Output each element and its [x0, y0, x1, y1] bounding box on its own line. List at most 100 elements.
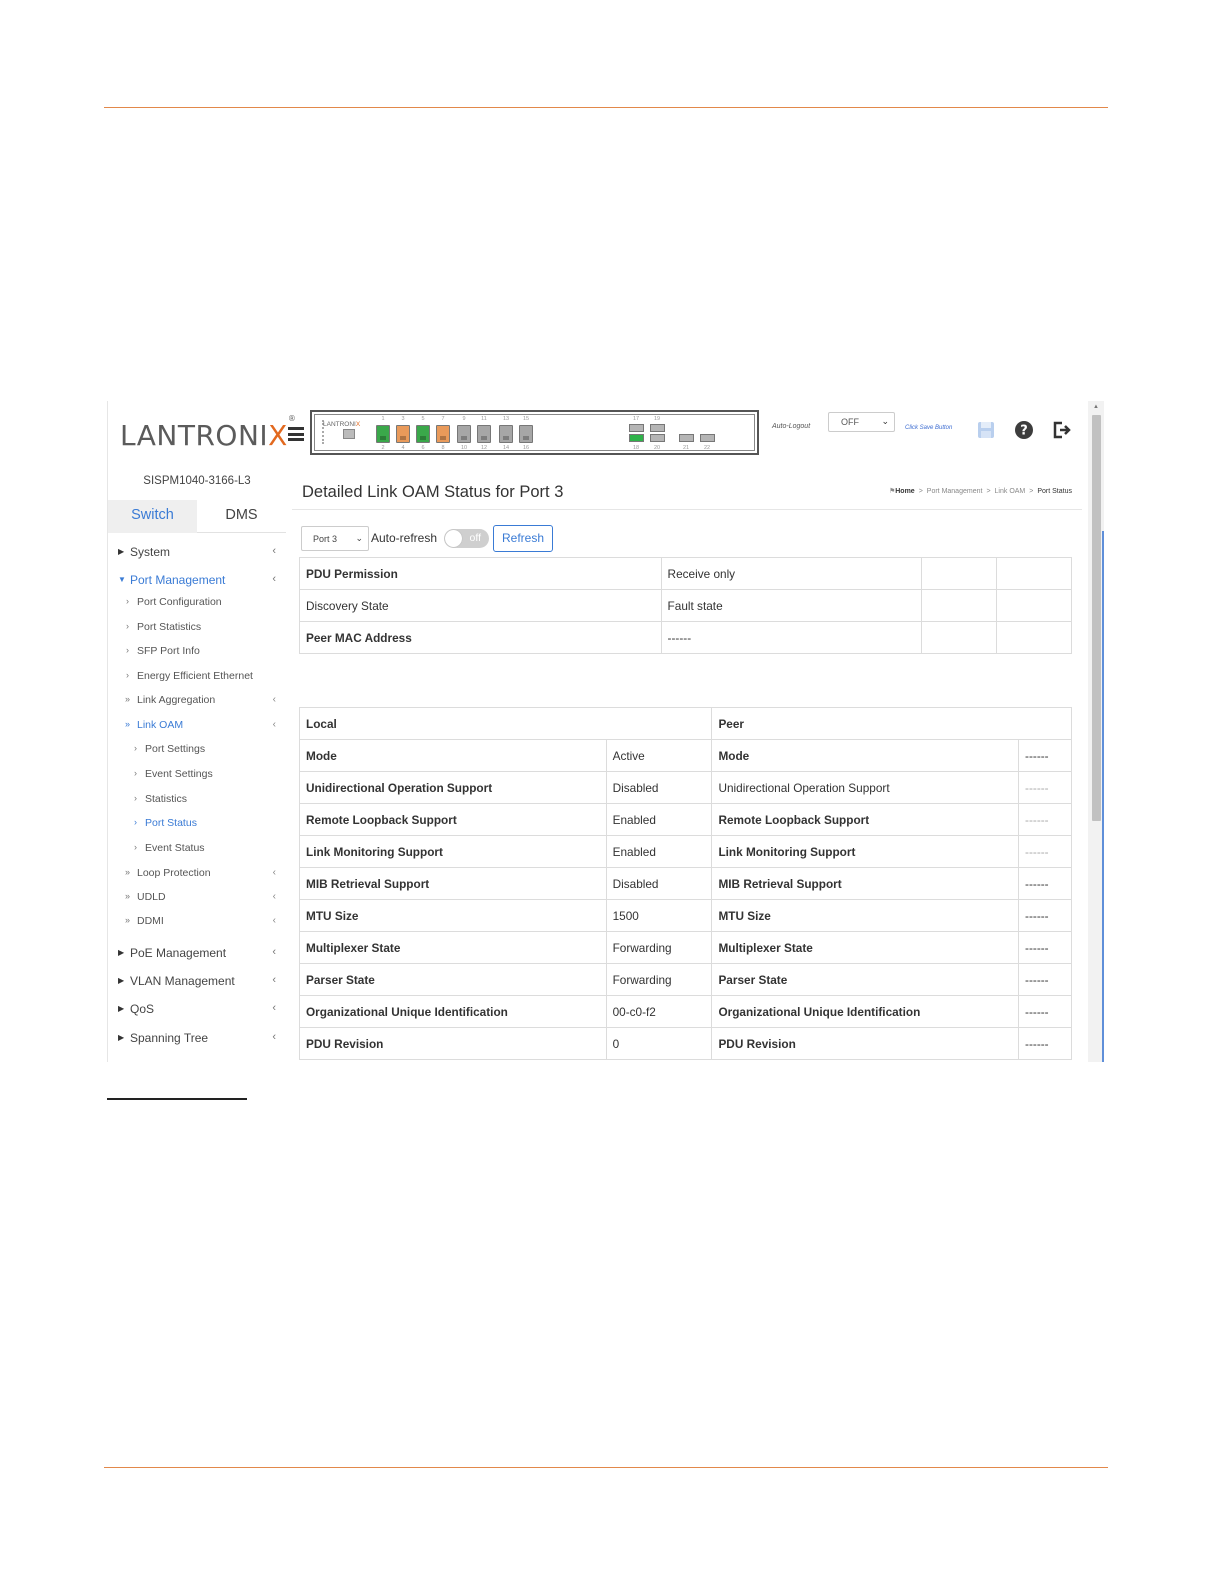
sidebar-item-vlan-management[interactable]: ▶ VLAN Management ‹	[108, 974, 286, 990]
tab-dms[interactable]: DMS	[197, 500, 286, 533]
peer-label: Parser State	[711, 963, 1020, 996]
chevron-left-icon: ‹	[272, 545, 276, 557]
chevron-left-icon: ‹	[272, 1002, 276, 1014]
sidebar-item-ddmi[interactable]: » DDMI ‹	[108, 915, 286, 929]
click-save-button-link[interactable]: Click Save Button	[905, 425, 952, 431]
breadcrumb: ⚑Home > Port Management > Link OAM > Port Stat…	[888, 488, 1072, 495]
port-1-2-icon[interactable]	[376, 425, 390, 443]
chevron-left-icon: ‹	[272, 694, 276, 705]
local-label: PDU Revision	[299, 1027, 607, 1060]
sidebar-item-system[interactable]: ▶ System ‹	[108, 545, 286, 561]
table-row: Unidirectional Operation Support Disable…	[299, 771, 1072, 804]
sidebar-item-qos[interactable]: ▶ QoS ‹	[108, 1002, 286, 1018]
port-number: 2	[381, 445, 385, 451]
sidebar-item-label: DDMI	[137, 915, 164, 927]
sidebar-item-statistics[interactable]: › Statistics	[108, 793, 286, 807]
help-icon[interactable]: ?	[1014, 420, 1034, 440]
double-chevron-right-icon: »	[125, 719, 131, 729]
sfp-port-22-icon[interactable]	[700, 434, 715, 442]
chevron-left-icon: ‹	[272, 867, 276, 878]
sidebar-item-port-settings[interactable]: › Port Settings	[108, 743, 286, 757]
refresh-button[interactable]: Refresh	[493, 525, 553, 552]
port-7-8-icon[interactable]	[436, 425, 450, 443]
port-number: 10	[460, 445, 468, 451]
vertical-scrollbar[interactable]: ▲	[1088, 401, 1104, 1062]
save-icon[interactable]	[976, 420, 996, 440]
sfp-port-21-icon[interactable]	[679, 434, 694, 442]
sidebar-item-udld[interactable]: » UDLD ‹	[108, 891, 286, 905]
auto-logout-select[interactable]: OFF ⌄	[828, 412, 895, 432]
port-number: 5	[421, 416, 425, 422]
local-value: Disabled	[605, 867, 713, 900]
port-13-14-icon[interactable]	[499, 425, 513, 443]
double-chevron-right-icon: »	[125, 694, 131, 704]
sidebar-item-sfp-port-info[interactable]: › SFP Port Info	[108, 645, 286, 659]
breadcrumb-port-management[interactable]: Port Management	[927, 488, 983, 495]
port-5-6-icon[interactable]	[416, 425, 430, 443]
breadcrumb-link-oam[interactable]: Link OAM	[995, 488, 1026, 495]
peer-label: Unidirectional Operation Support	[711, 771, 1020, 804]
empty-cell	[921, 621, 998, 654]
local-value: Forwarding	[605, 963, 713, 996]
peer-label: MTU Size	[711, 899, 1020, 932]
local-label: Link Monitoring Support	[299, 835, 607, 868]
menu-toggle-icon[interactable]	[288, 427, 304, 441]
sidebar-item-label: Link Aggregation	[137, 694, 216, 706]
summary-label: PDU Permission	[299, 557, 662, 590]
table-row: Mode Active Mode ------	[299, 739, 1072, 772]
sidebar-item-link-aggregation[interactable]: » Link Aggregation ‹	[108, 694, 286, 708]
empty-cell	[996, 557, 1072, 590]
sidebar-item-loop-protection[interactable]: » Loop Protection ‹	[108, 867, 286, 881]
summary-value: Fault state	[660, 589, 923, 622]
scrollbar-thumb[interactable]	[1092, 415, 1101, 821]
detail-table: Local Peer Mode Active Mode ------ Unidi…	[298, 707, 1072, 1060]
sidebar-item-event-settings[interactable]: › Event Settings	[108, 768, 286, 782]
auto-logout-value: OFF	[841, 417, 859, 427]
peer-label: PDU Revision	[711, 1027, 1020, 1060]
sidebar-item-link-oam[interactable]: » Link OAM ‹	[108, 719, 286, 733]
sidebar-item-port-configuration[interactable]: › Port Configuration	[108, 596, 286, 610]
port-number: 8	[441, 445, 445, 451]
sidebar-item-label: System	[130, 545, 171, 559]
port-9-10-icon[interactable]	[457, 425, 471, 443]
caret-down-icon: ▼	[118, 575, 126, 584]
sfp-number: 17	[632, 416, 640, 422]
sidebar-item-port-status[interactable]: › Port Status	[108, 817, 286, 831]
local-header: Local	[298, 707, 713, 740]
logout-icon[interactable]	[1051, 420, 1071, 440]
port-3-4-icon[interactable]	[396, 425, 410, 443]
sidebar-item-energy-efficient-ethernet[interactable]: › Energy Efficient Ethernet	[108, 670, 286, 684]
svg-text:?: ?	[1020, 424, 1028, 439]
port-select[interactable]: Port 3 ⌄	[301, 526, 369, 551]
local-label: Remote Loopback Support	[299, 803, 607, 836]
sidebar-item-spanning-tree[interactable]: ▶ Spanning Tree ‹	[108, 1031, 286, 1047]
sidebar-item-event-status[interactable]: › Event Status	[108, 842, 286, 856]
page-title: Detailed Link OAM Status for Port 3	[302, 483, 564, 501]
port-number: 16	[522, 445, 530, 451]
chevron-right-icon: ›	[126, 645, 129, 655]
empty-cell	[921, 557, 998, 590]
local-label: MTU Size	[299, 899, 607, 932]
sfp-number: 19	[653, 416, 661, 422]
port-11-12-icon[interactable]	[477, 425, 491, 443]
sidebar-item-label: QoS	[130, 1002, 155, 1016]
port-15-16-icon[interactable]	[519, 425, 533, 443]
scroll-up-icon[interactable]: ▲	[1093, 404, 1099, 410]
lantronix-logo: LANTRONIX®	[120, 413, 297, 452]
tab-switch[interactable]: Switch	[108, 500, 197, 533]
sfp-port-17-icon[interactable]	[629, 424, 644, 432]
page-footer-rule	[104, 1467, 1108, 1468]
chevron-left-icon: ‹	[272, 573, 276, 585]
port-number: 12	[480, 445, 488, 451]
breadcrumb-home[interactable]: Home	[895, 488, 914, 495]
local-value: Enabled	[605, 803, 713, 836]
sfp-port-18-icon[interactable]	[629, 434, 644, 442]
sidebar-item-poe-management[interactable]: ▶ PoE Management ‹	[108, 946, 286, 962]
sidebar-item-port-statistics[interactable]: › Port Statistics	[108, 621, 286, 635]
sfp-port-19-icon[interactable]	[650, 424, 665, 432]
table-row: Parser State Forwarding Parser State ---…	[299, 963, 1072, 996]
local-label: Parser State	[299, 963, 607, 996]
sidebar-item-port-management[interactable]: ▼ Port Management ‹	[108, 573, 286, 589]
sfp-port-20-icon[interactable]	[650, 434, 665, 442]
auto-refresh-toggle[interactable]: off	[444, 529, 489, 548]
